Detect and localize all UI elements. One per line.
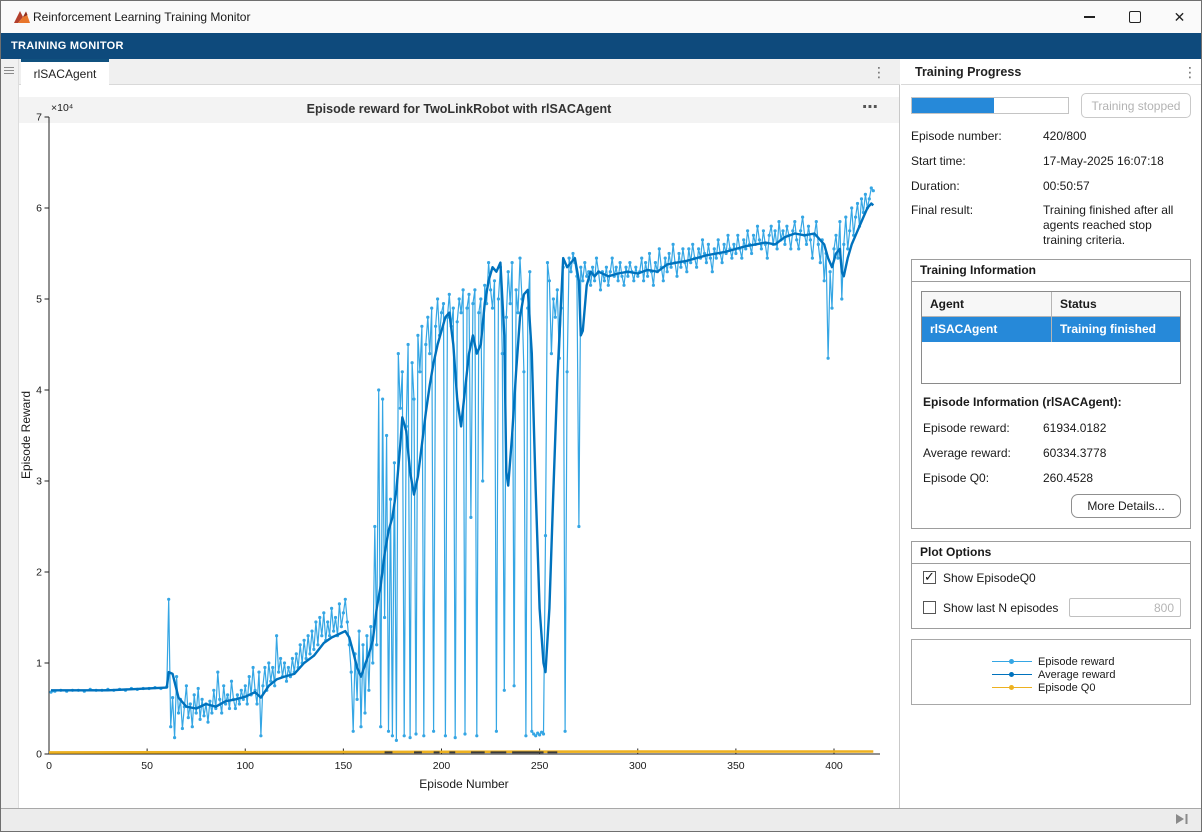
agent-cell: rlSACAgent [922, 317, 1052, 342]
episode-reward-line-icon [992, 661, 1032, 663]
average-reward-value: 60334.3778 [1043, 446, 1106, 460]
checkbox-icon [923, 571, 936, 584]
legend-label: Episode Q0 [1038, 682, 1095, 694]
training-progress-fill [912, 98, 994, 113]
panel-grip-icon[interactable] [4, 65, 15, 79]
final-result-value: Training finished after all agents reach… [1043, 203, 1191, 248]
legend-item-episode-reward[interactable]: Episode reward [992, 655, 1114, 668]
minimize-icon [1084, 16, 1095, 18]
svg-text:6: 6 [36, 203, 42, 215]
training-progress-title: Training Progress [915, 65, 1021, 79]
tab-training-monitor[interactable]: TRAINING MONITOR [11, 40, 124, 52]
maximize-icon [1129, 11, 1141, 23]
svg-text:0: 0 [46, 760, 52, 772]
document-tab-strip [19, 59, 900, 85]
training-stopped-button[interactable]: Training stopped [1081, 93, 1191, 118]
tabstrip-kebab-menu-icon[interactable]: ⋮ [870, 61, 888, 83]
close-icon: ✕ [1174, 9, 1186, 26]
status-bar [1, 808, 1201, 832]
status-column-header: Status [1052, 292, 1180, 316]
svg-text:7: 7 [36, 112, 42, 124]
episode-number-label: Episode number: [911, 129, 1002, 143]
window-title: Reinforcement Learning Training Monitor [33, 10, 250, 24]
svg-text:0: 0 [36, 749, 42, 761]
svg-text:×10⁴: ×10⁴ [51, 102, 73, 114]
legend-panel: Episode reward Average reward Episode Q0 [911, 639, 1191, 705]
tab-rlsacagent[interactable]: rlSACAgent [21, 59, 109, 85]
svg-text:5: 5 [36, 294, 42, 306]
last-n-episodes-input[interactable] [1069, 598, 1181, 617]
training-information-title: Training Information [912, 260, 1190, 282]
duration-value: 00:50:57 [1043, 179, 1191, 194]
svg-text:2: 2 [36, 567, 42, 579]
more-details-button[interactable]: More Details... [1071, 494, 1181, 518]
average-reward-label: Average reward: [923, 446, 1011, 460]
matlab-logo-icon [13, 8, 31, 26]
maximize-button[interactable] [1112, 1, 1157, 33]
left-rail [1, 59, 19, 808]
episode-reward-label: Episode reward: [923, 421, 1010, 435]
title-bar: Reinforcement Learning Training Monitor … [1, 1, 1201, 33]
svg-text:1: 1 [36, 658, 42, 670]
table-row-rlsacagent[interactable]: rlSACAgent Training finished [922, 317, 1180, 342]
legend-label: Average reward [1038, 669, 1115, 681]
expand-panel-icon[interactable] [1175, 813, 1189, 825]
svg-text:200: 200 [433, 760, 451, 772]
reward-chart-svg: 0 50 100 150 200 250 300 350 400 0 1 2 3 4 5 6 7 ×10⁴ Epis… [19, 101, 899, 801]
show-episodeq0-checkbox[interactable]: Show EpisodeQ0 [923, 571, 1036, 585]
average-reward-line-icon [992, 674, 1032, 676]
svg-text:100: 100 [236, 760, 254, 772]
episode-q0-line-icon [992, 687, 1032, 689]
svg-text:150: 150 [335, 760, 353, 772]
svg-text:4: 4 [36, 385, 42, 397]
app-window: Reinforcement Learning Training Monitor … [0, 0, 1202, 832]
legend-item-episode-q0[interactable]: Episode Q0 [992, 681, 1095, 694]
show-episodeq0-label: Show EpisodeQ0 [943, 571, 1036, 585]
legend-label: Episode reward [1038, 656, 1114, 668]
start-time-value: 17-May-2025 16:07:18 [1043, 154, 1191, 169]
svg-text:50: 50 [141, 760, 153, 772]
duration-label: Duration: [911, 179, 960, 193]
svg-text:300: 300 [629, 760, 647, 772]
training-progress-kebab-menu-icon[interactable]: ⋮ [1181, 61, 1199, 83]
episode-reward-value: 61934.0182 [1043, 421, 1106, 435]
svg-text:3: 3 [36, 476, 42, 488]
toolstrip-ribbon [1, 33, 1201, 59]
svg-text:Episode Number: Episode Number [419, 777, 508, 791]
legend-item-average-reward[interactable]: Average reward [992, 668, 1115, 681]
episode-q0-label: Episode Q0: [923, 471, 989, 485]
svg-text:250: 250 [531, 760, 549, 772]
status-cell: Training finished [1052, 317, 1180, 342]
svg-text:Episode Reward: Episode Reward [19, 391, 33, 479]
final-result-label: Final result: [911, 203, 973, 217]
episode-q0-value: 260.4528 [1043, 471, 1093, 485]
start-time-label: Start time: [911, 154, 966, 168]
show-last-n-label: Show last N episodes [943, 601, 1058, 615]
table-header-row: Agent Status [922, 292, 1180, 317]
close-button[interactable]: ✕ [1157, 1, 1202, 33]
figure-panel: Episode reward for TwoLinkRobot with rlS… [19, 85, 900, 808]
training-progress-bar [911, 97, 1069, 114]
minimize-button[interactable] [1067, 1, 1112, 33]
episode-number-value: 420/800 [1043, 129, 1191, 144]
svg-text:350: 350 [727, 760, 745, 772]
agent-column-header: Agent [922, 292, 1052, 316]
svg-text:400: 400 [825, 760, 843, 772]
episode-information-title: Episode Information (rlSACAgent): [923, 395, 1122, 409]
agent-status-table: Agent Status rlSACAgent Training finishe… [921, 291, 1181, 384]
show-last-n-checkbox[interactable]: Show last N episodes [923, 601, 1058, 615]
checkbox-icon [923, 601, 936, 614]
plot-options-title: Plot Options [912, 542, 1190, 564]
